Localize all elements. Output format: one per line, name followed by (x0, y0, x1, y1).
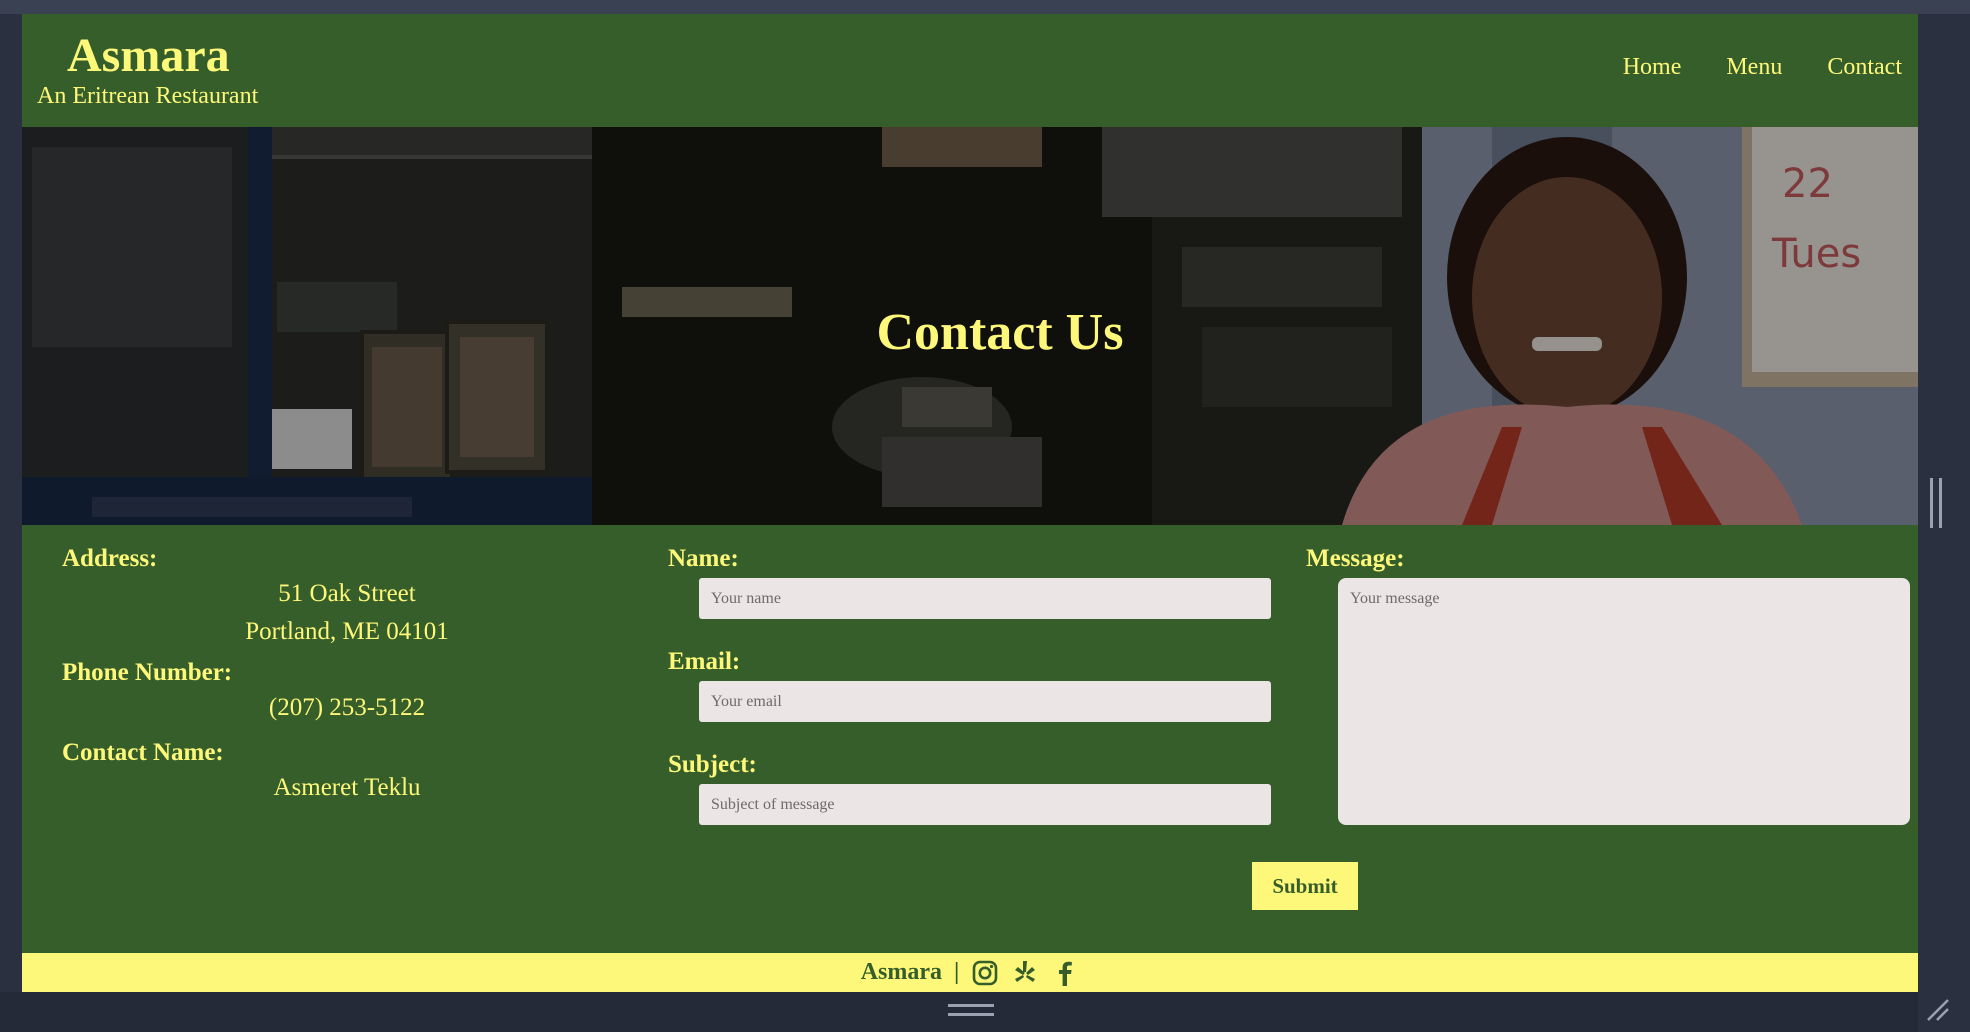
address-line-2: Portland, ME 04101 (245, 618, 449, 645)
name-input[interactable] (699, 578, 1271, 619)
site-footer: Asmara | (22, 953, 1918, 992)
contact-info: Address: 51 Oak Street Portland, ME 0410… (62, 545, 632, 807)
name-label: Name: (668, 545, 739, 572)
subject-label: Subject: (668, 751, 757, 778)
horizontal-resize-handle[interactable] (948, 1004, 994, 1016)
facebook-icon[interactable] (1051, 959, 1079, 987)
vertical-resize-handle[interactable] (1930, 478, 1942, 528)
address-label: Address: (62, 545, 158, 572)
phone-value[interactable]: (207) 253-5122 (62, 689, 632, 727)
message-textarea[interactable] (1338, 578, 1910, 825)
email-input[interactable] (699, 681, 1271, 722)
contact-name-label: Contact Name: (62, 739, 224, 766)
nav-link-menu[interactable]: Menu (1726, 54, 1782, 81)
hero-banner: 22 Tues Contact Us (22, 127, 1918, 525)
main-nav: Home Menu Contact (1623, 54, 1902, 81)
message-label: Message: (1306, 545, 1405, 572)
submit-button[interactable]: Submit (1252, 862, 1358, 910)
window-frame-top (0, 0, 1970, 14)
nav-link-home[interactable]: Home (1623, 54, 1682, 81)
site-header: Asmara An Eritrean Restaurant Home Menu … (22, 14, 1918, 127)
corner-resize-icon[interactable] (1924, 996, 1952, 1024)
footer-brand: Asmara (860, 959, 943, 985)
contact-section: Address: 51 Oak Street Portland, ME 0410… (22, 525, 1918, 953)
phone-label: Phone Number: (62, 659, 233, 686)
window-frame-right (1918, 14, 1970, 1032)
brand-title[interactable]: Asmara (67, 28, 230, 83)
page-viewport: Asmara An Eritrean Restaurant Home Menu … (22, 14, 1918, 992)
instagram-icon[interactable] (971, 959, 999, 987)
yelp-icon[interactable] (1011, 959, 1039, 987)
hero-title: Contact Us (876, 304, 1124, 361)
footer-separator: | (954, 959, 960, 985)
address-line-1: 51 Oak Street (278, 580, 416, 607)
brand-subtitle: An Eritrean Restaurant (37, 83, 259, 109)
subject-input[interactable] (699, 784, 1271, 825)
contact-name-value: Asmeret Teklu (273, 774, 421, 801)
email-label: Email: (668, 648, 741, 675)
window-frame-left (0, 14, 22, 992)
nav-link-contact[interactable]: Contact (1827, 54, 1902, 81)
